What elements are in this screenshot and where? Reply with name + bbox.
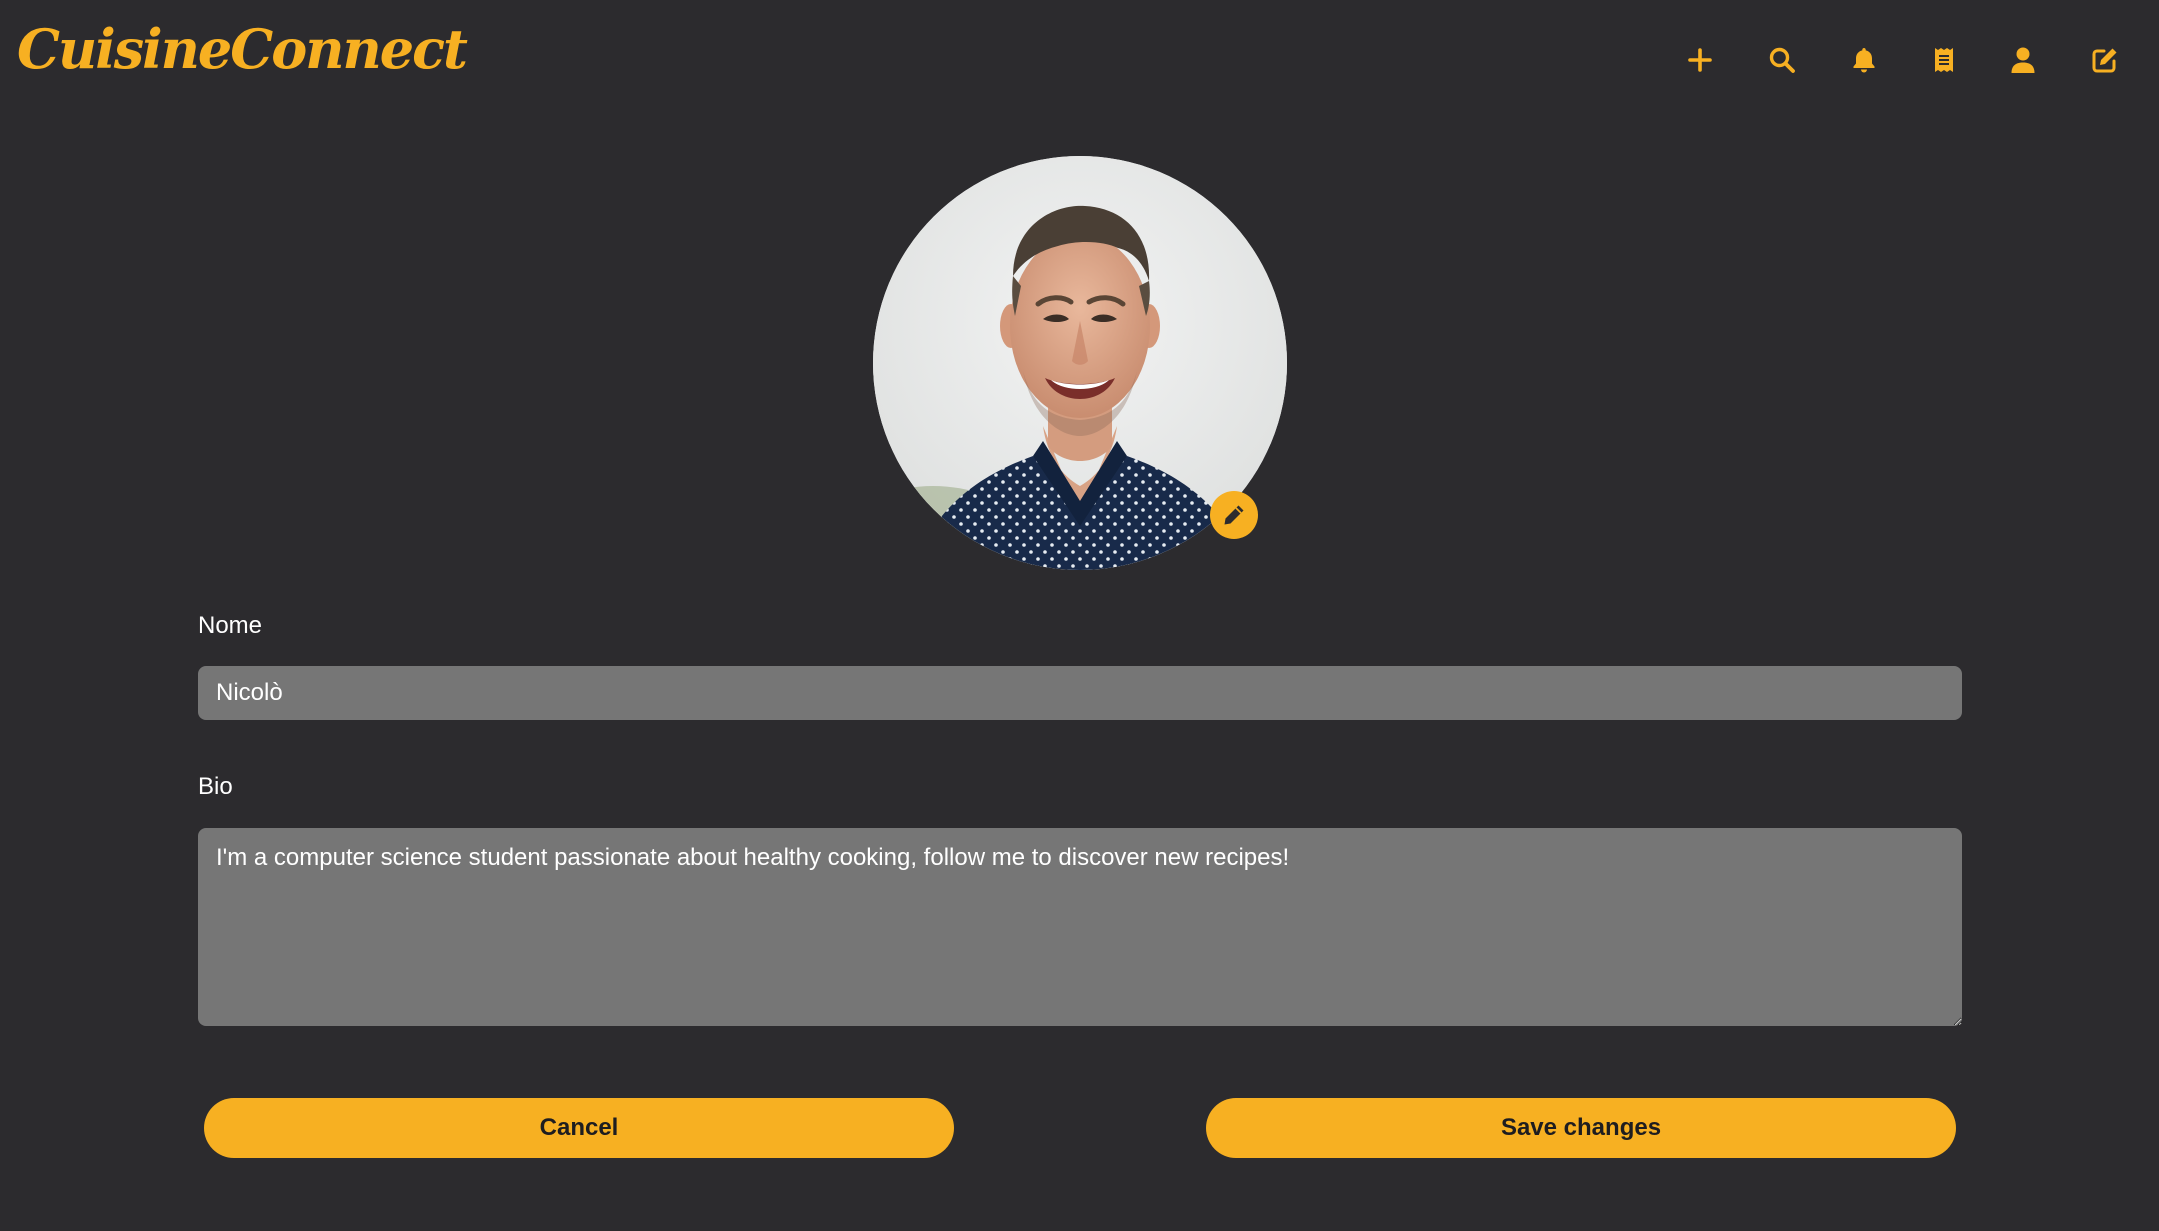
plus-icon[interactable] bbox=[1680, 40, 1720, 80]
save-changes-button[interactable]: Save changes bbox=[1206, 1098, 1956, 1158]
user-icon[interactable] bbox=[2003, 40, 2043, 80]
edit-icon[interactable] bbox=[2085, 40, 2125, 80]
avatar-container bbox=[873, 156, 1287, 570]
bell-icon[interactable] bbox=[1844, 40, 1884, 80]
edit-avatar-button[interactable] bbox=[1210, 491, 1258, 539]
pencil-icon bbox=[1224, 505, 1244, 525]
search-icon[interactable] bbox=[1762, 40, 1802, 80]
name-input[interactable] bbox=[198, 666, 1962, 720]
edit-profile-page: CuisineConnect Nome Nicolò Bio I'm a com… bbox=[0, 0, 2159, 1231]
bio-label: Bio bbox=[198, 773, 233, 800]
name-label: Nome bbox=[198, 612, 263, 639]
cancel-button[interactable]: Cancel bbox=[204, 1098, 954, 1158]
app-logo[interactable]: CuisineConnect bbox=[17, 22, 468, 76]
bio-textarea[interactable]: I'm a computer science student passionat… bbox=[198, 828, 1962, 1026]
receipt-icon[interactable] bbox=[1924, 40, 1964, 80]
top-navbar: CuisineConnect bbox=[0, 0, 2159, 120]
